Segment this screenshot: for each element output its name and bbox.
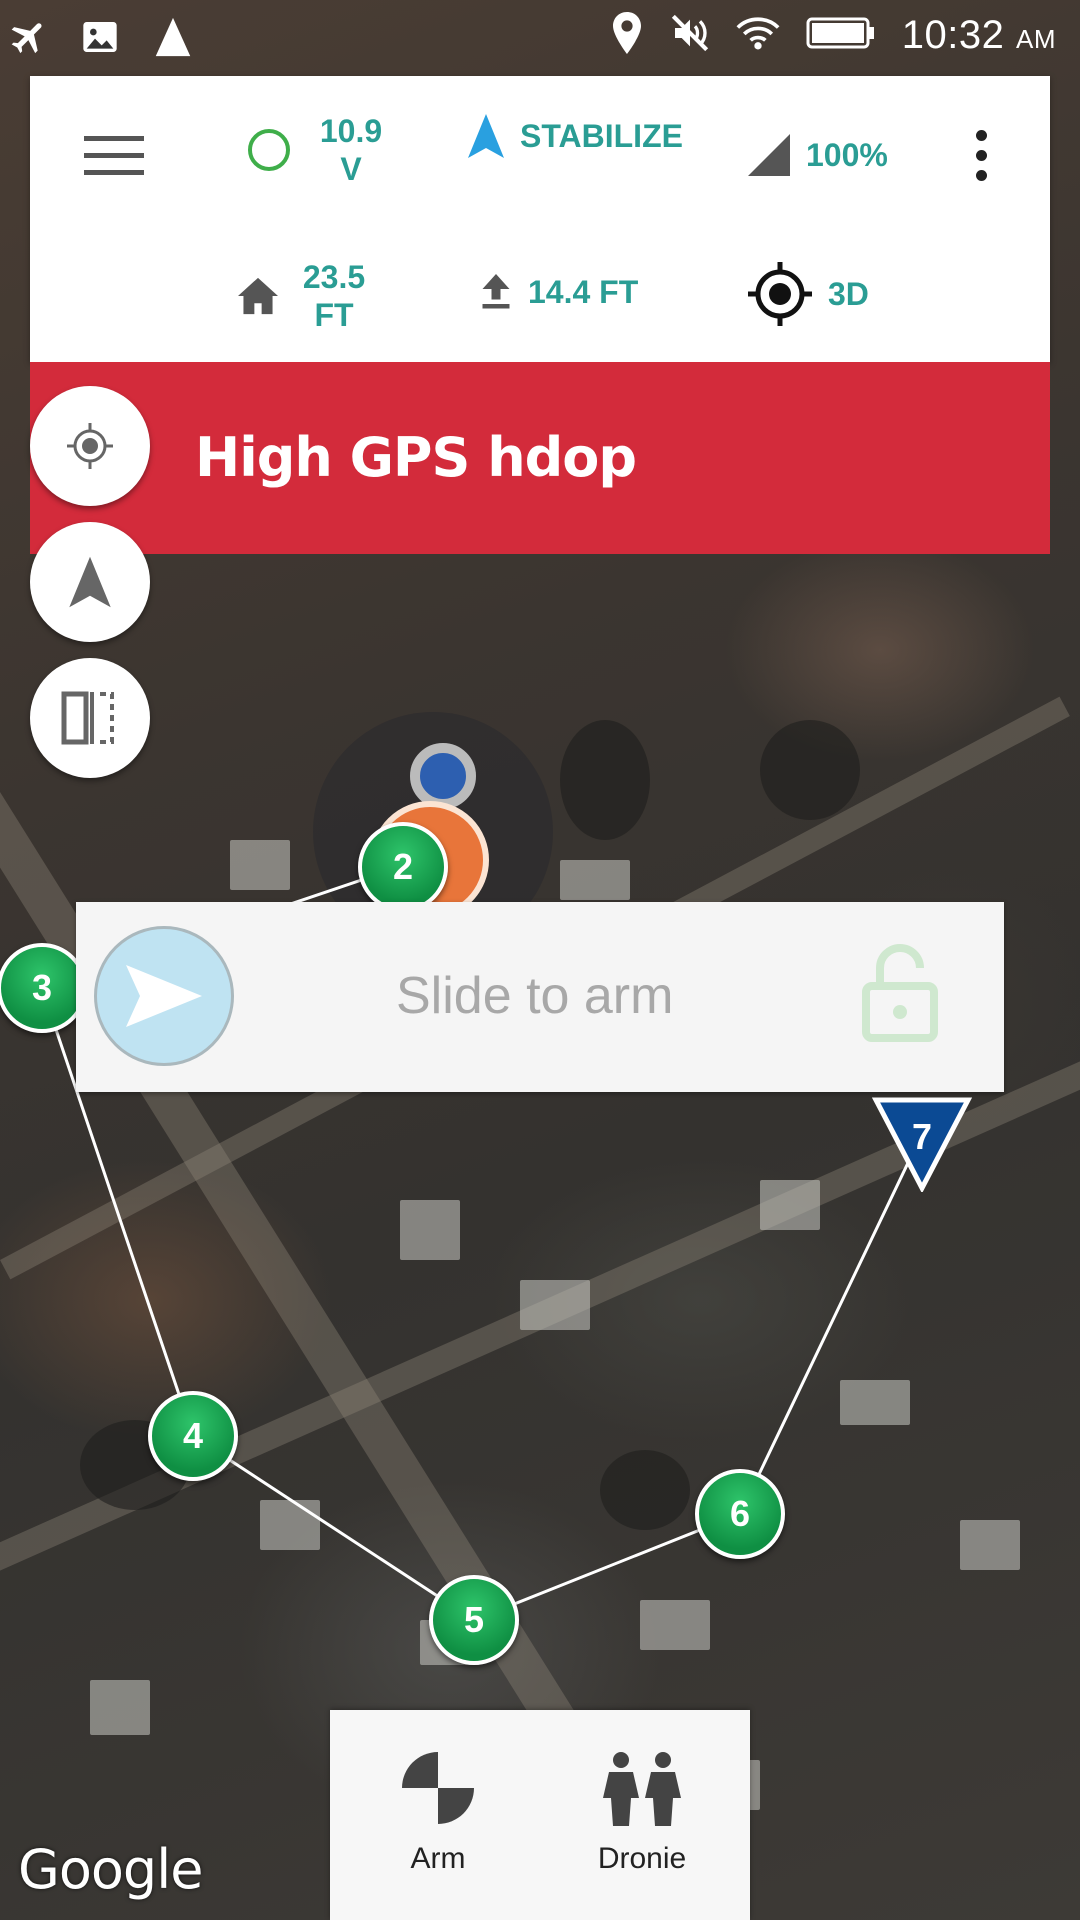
waypoint-marker[interactable]: 6: [695, 1469, 785, 1559]
waypoint-number: 5: [463, 1599, 485, 1640]
waypoint-marker-final[interactable]: 7: [871, 1096, 973, 1194]
waypoint-number: 6: [729, 1493, 751, 1534]
send-icon: [126, 965, 202, 1027]
waypoint-marker[interactable]: 3: [0, 943, 87, 1033]
slider-label: Slide to arm: [396, 967, 674, 1025]
slide-to-arm[interactable]: Slide to arm: [76, 902, 1004, 1092]
slider-knob[interactable]: [94, 926, 234, 1066]
drone-position-marker[interactable]: [410, 743, 476, 809]
waypoint-number: 4: [182, 1415, 204, 1456]
arm-icon: [402, 1752, 474, 1824]
action-bar: Arm Dronie: [330, 1710, 750, 1920]
arm-button[interactable]: Arm: [358, 1750, 518, 1876]
waypoint-marker[interactable]: 2: [358, 822, 448, 912]
waypoint-marker[interactable]: 5: [429, 1575, 519, 1665]
waypoint-marker[interactable]: 4: [148, 1391, 238, 1481]
dronie-label: Dronie: [597, 1842, 687, 1875]
google-logo: Google: [18, 1838, 203, 1901]
dronie-button[interactable]: Dronie: [562, 1750, 722, 1876]
waypoint-number: 7: [911, 1116, 933, 1157]
arm-label: Arm: [410, 1842, 466, 1875]
unlock-icon: [862, 944, 938, 1042]
people-icon: [603, 1752, 681, 1826]
waypoint-number: 3: [31, 967, 53, 1008]
waypoint-number: 2: [392, 846, 414, 887]
